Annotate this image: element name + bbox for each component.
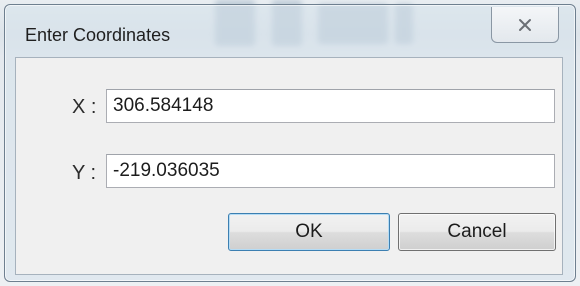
y-coordinate-input[interactable] [106, 154, 555, 188]
cancel-button[interactable]: Cancel [398, 213, 556, 251]
y-label: Y : [72, 162, 97, 184]
ok-button[interactable]: OK [228, 213, 390, 251]
x-coordinate-input[interactable] [106, 89, 555, 123]
x-label: X : [72, 96, 97, 118]
dialog-window: Enter Coordinates X : Y : OK Cancel [4, 4, 576, 282]
dialog-body: X : Y : OK Cancel [15, 57, 563, 275]
close-button[interactable] [491, 7, 559, 43]
close-x-icon [519, 18, 531, 31]
dialog-title: Enter Coordinates [25, 25, 171, 45]
